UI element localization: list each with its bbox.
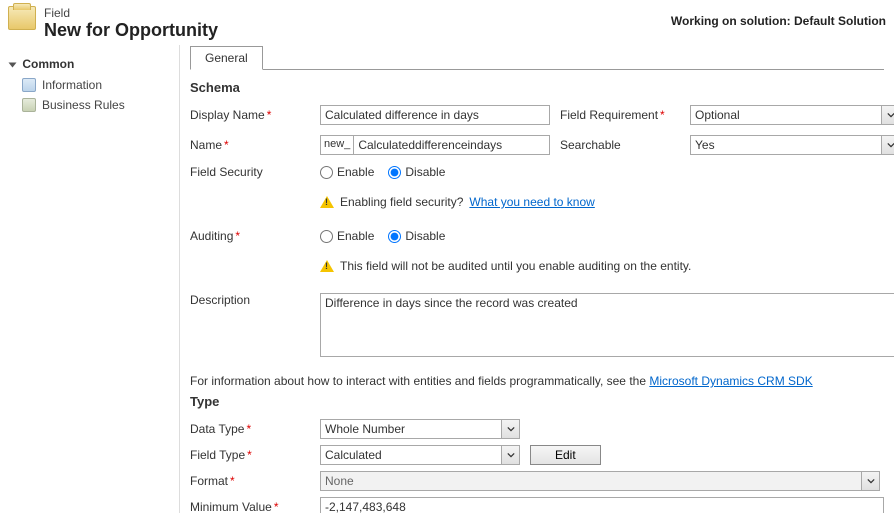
sidebar-item-label: Business Rules	[42, 98, 125, 112]
field-type-label: Field Type*	[190, 448, 310, 462]
description-label: Description	[190, 293, 310, 307]
solution-context: Working on solution: Default Solution	[671, 6, 886, 28]
sidebar-section-label: Common	[22, 57, 74, 71]
name-input-group: new_	[320, 135, 550, 155]
searchable-select[interactable]: Yes	[690, 135, 894, 155]
field-security-label: Field Security	[190, 165, 310, 179]
chevron-down-icon	[861, 472, 879, 490]
field-security-enable-radio[interactable]: Enable	[320, 165, 374, 179]
searchable-value: Yes	[691, 138, 881, 152]
field-type-select[interactable]: Calculated	[320, 445, 520, 465]
chevron-down-icon	[881, 136, 894, 154]
field-type-value: Calculated	[321, 448, 501, 462]
main-panel: General Schema Display Name* Field Requi…	[180, 45, 894, 513]
sdk-info-text: For information about how to interact wi…	[190, 374, 884, 388]
format-value: None	[321, 474, 861, 488]
field-requirement-value: Optional	[691, 108, 881, 122]
chevron-down-icon	[501, 446, 519, 464]
warning-icon	[320, 196, 334, 208]
name-input[interactable]	[353, 135, 550, 155]
section-type-title: Type	[190, 394, 884, 409]
business-rules-icon	[22, 98, 36, 112]
chevron-down-icon	[881, 106, 894, 124]
sidebar-item-information[interactable]: Information	[4, 75, 175, 95]
name-prefix: new_	[320, 135, 353, 155]
sidebar-section-common[interactable]: Common	[4, 53, 175, 75]
tab-bar: General	[190, 45, 884, 70]
auditing-label: Auditing*	[190, 229, 310, 243]
field-requirement-label: Field Requirement*	[560, 108, 680, 122]
min-value-input[interactable]	[320, 497, 884, 513]
tab-general[interactable]: General	[190, 46, 263, 70]
field-security-disable-radio[interactable]: Disable	[388, 165, 445, 179]
page-title: New for Opportunity	[44, 20, 671, 41]
security-warn-text: Enabling field security?	[340, 195, 463, 209]
auditing-warn-text: This field will not be audited until you…	[340, 259, 691, 273]
sidebar: Common Information Business Rules	[0, 45, 180, 513]
sidebar-item-label: Information	[42, 78, 102, 92]
header-text: Field New for Opportunity	[44, 6, 671, 41]
header: Field New for Opportunity Working on sol…	[0, 0, 894, 45]
field-requirement-select[interactable]: Optional	[690, 105, 894, 125]
display-name-input[interactable]	[320, 105, 550, 125]
min-value-label: Minimum Value*	[190, 500, 310, 513]
name-label: Name*	[190, 138, 310, 152]
header-entity-label: Field	[44, 6, 671, 20]
sidebar-item-business-rules[interactable]: Business Rules	[4, 95, 175, 115]
folder-icon	[8, 6, 36, 30]
sdk-link[interactable]: Microsoft Dynamics CRM SDK	[649, 374, 812, 388]
caret-down-icon	[9, 62, 17, 67]
edit-button[interactable]: Edit	[530, 445, 601, 465]
format-label: Format*	[190, 474, 310, 488]
searchable-label: Searchable	[560, 138, 680, 152]
information-icon	[22, 78, 36, 92]
auditing-disable-radio[interactable]: Disable	[388, 229, 445, 243]
data-type-select[interactable]: Whole Number	[320, 419, 520, 439]
data-type-label: Data Type*	[190, 422, 310, 436]
security-warn-link[interactable]: What you need to know	[469, 195, 594, 209]
format-select[interactable]: None	[320, 471, 880, 491]
warning-icon	[320, 260, 334, 272]
auditing-enable-radio[interactable]: Enable	[320, 229, 374, 243]
data-type-value: Whole Number	[321, 422, 501, 436]
chevron-down-icon	[501, 420, 519, 438]
section-schema-title: Schema	[190, 80, 884, 95]
display-name-label: Display Name*	[190, 108, 310, 122]
description-textarea[interactable]	[320, 293, 894, 357]
